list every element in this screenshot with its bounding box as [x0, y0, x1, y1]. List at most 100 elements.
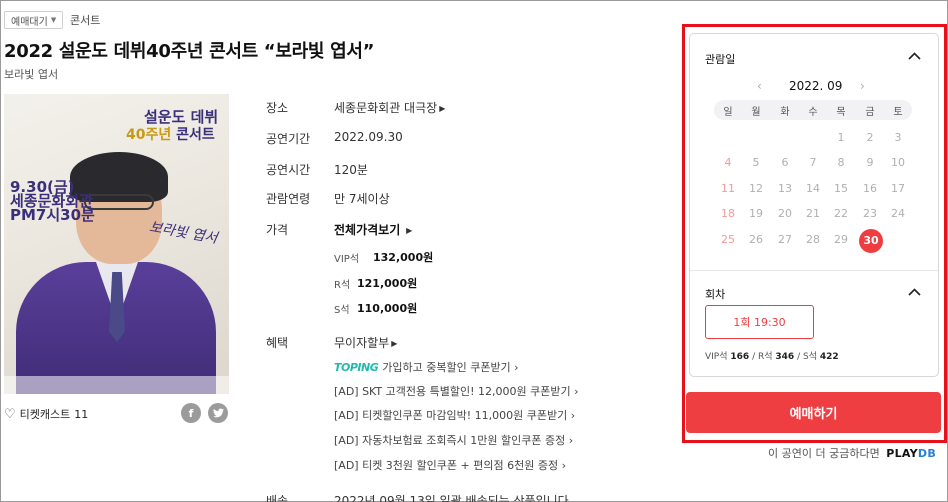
- venue-link[interactable]: 세종문화회관 대극장 ▶: [334, 99, 445, 116]
- playdb-text: 이 공연이 더 궁금하다면: [768, 447, 880, 460]
- toping-logo: TOPING: [334, 361, 379, 374]
- benefit-label: 혜택: [266, 336, 289, 350]
- calendar-day: 28: [806, 233, 820, 246]
- calendar-day: 23: [863, 207, 877, 220]
- seat-grade: VIP석: [705, 352, 728, 362]
- delivery-value: 2022년 09월 13일 일괄 배송되는 상품입니다: [334, 494, 569, 502]
- installment-value: 무이자할부: [334, 336, 390, 350]
- poster-credits: [4, 376, 229, 394]
- seat-availability: VIP석 166 / R석 346 / S석 422: [705, 352, 839, 362]
- price-amount-s: 110,000원: [357, 302, 418, 315]
- calendar-day: 19: [749, 207, 763, 220]
- calendar-day: 11: [721, 182, 735, 195]
- calendar-day: 10: [891, 156, 905, 169]
- chevron-right-icon[interactable]: ›: [860, 79, 865, 93]
- playdb-logo: PLAYDB: [886, 447, 937, 460]
- price-all-link[interactable]: 전체가격보기 ▶: [334, 221, 412, 238]
- weekday-label: 금: [865, 107, 875, 118]
- price-all-label: 전체가격보기: [334, 223, 401, 237]
- seat-grade: R석: [757, 352, 773, 362]
- round-option-button[interactable]: 1회 19:30: [705, 305, 814, 339]
- chevron-up-icon[interactable]: [908, 52, 921, 60]
- calendar-day: 8: [837, 156, 845, 169]
- calendar-day: 15: [834, 182, 848, 195]
- ad-coupon-link[interactable]: [AD] 티켓할인쿠폰 마감임박! 11,000원 쿠폰받기 ›: [334, 407, 575, 423]
- date-section-title: 관람일: [705, 53, 736, 66]
- poster-signature: 보라빛 엽서: [147, 219, 219, 247]
- benefit-text: [AD] 티켓할인쿠폰 마감임박! 11,000원 쿠폰받기: [334, 409, 568, 422]
- poster-time: PM7시30분: [10, 206, 95, 224]
- poster-title-line2: 40주년 콘서트: [126, 124, 215, 144]
- ad-coupon-link[interactable]: [AD] 자동차보험료 조회즉시 1만원 할인쿠폰 증정 ›: [334, 432, 573, 448]
- benefit-text: 가입하고 중복할인 쿠폰받기: [382, 361, 511, 374]
- twitter-share-icon[interactable]: [208, 403, 228, 423]
- price-grade-r: R석: [334, 280, 351, 291]
- calendar-day: 17: [891, 182, 905, 195]
- book-button[interactable]: 예매하기: [686, 392, 941, 433]
- calendar-day-selected[interactable]: 30: [857, 231, 885, 251]
- runtime-label: 공연시간: [266, 163, 311, 177]
- chevron-down-icon: ▼: [50, 16, 57, 24]
- calendar-day: 18: [721, 207, 735, 220]
- breadcrumb-genre[interactable]: 콘서트: [70, 12, 100, 28]
- round-section-title: 회차: [705, 288, 726, 301]
- benefit-text: [AD] 티켓 3천원 할인쿠폰 + 편의점 6천원 증정: [334, 459, 559, 472]
- page-subtitle: 보라빛 엽서: [4, 68, 59, 81]
- playdb-link[interactable]: 이 공연이 더 궁금하다면 PLAYDB: [768, 445, 936, 461]
- calendar-day: 5: [752, 156, 760, 169]
- chevron-up-icon[interactable]: [908, 288, 921, 296]
- weekday-label: 월: [751, 107, 761, 118]
- runtime-value: 120분: [334, 163, 368, 177]
- section-divider: [690, 270, 938, 271]
- price-label: 가격: [266, 223, 289, 237]
- seat-count: 422: [819, 352, 839, 362]
- toping-coupon-link[interactable]: TOPING 가입하고 중복할인 쿠폰받기 ›: [334, 359, 519, 375]
- calendar-day: 12: [749, 182, 763, 195]
- calendar-day: 4: [724, 156, 732, 169]
- weekday-label: 토: [893, 107, 903, 118]
- period-value: 2022.09.30: [334, 130, 403, 144]
- calendar-day: 20: [778, 207, 792, 220]
- like-count: 11: [74, 407, 89, 421]
- price-amount-vip: 132,000원: [373, 251, 434, 264]
- calendar-day: 14: [806, 182, 820, 195]
- calendar-day: 13: [778, 182, 792, 195]
- triangle-right-icon: ▶: [391, 339, 398, 348]
- ad-coupon-link[interactable]: [AD] 티켓 3천원 할인쿠폰 + 편의점 6천원 증정 ›: [334, 457, 566, 473]
- venue-value: 세종문화회관 대극장: [334, 101, 438, 115]
- seat-count: 346: [775, 352, 795, 362]
- venue-label: 장소: [266, 101, 289, 115]
- calendar-day: 27: [778, 233, 792, 246]
- calendar-day: 16: [863, 182, 877, 195]
- triangle-right-icon: ▶: [439, 104, 446, 113]
- poster-title-rest: 콘서트: [176, 127, 215, 143]
- facebook-share-icon[interactable]: f: [181, 403, 201, 423]
- genre-dropdown-label: 예매대기: [11, 16, 48, 28]
- calendar-day: 7: [809, 156, 817, 169]
- seat-count: 166: [730, 352, 750, 362]
- price-amount-r: 121,000원: [357, 277, 418, 290]
- heart-icon: ♡: [4, 406, 16, 422]
- calendar-day: 26: [749, 233, 763, 246]
- benefit-text: [AD] SKT 고객전용 특별할인! 12,000원 쿠폰받기: [334, 385, 571, 398]
- calendar-day: 24: [891, 207, 905, 220]
- calendar-day: 6: [781, 156, 789, 169]
- genre-dropdown[interactable]: 예매대기 ▼: [4, 11, 64, 29]
- poster-image: 설운도 데뷔 40주년 콘서트 9.30(금) 세종문화회관 PM7시30분 보…: [4, 94, 229, 394]
- calendar-day: 3: [894, 131, 902, 144]
- calendar-day: 29: [834, 233, 848, 246]
- ad-coupon-link[interactable]: [AD] SKT 고객전용 특별할인! 12,000원 쿠폰받기 ›: [334, 383, 579, 399]
- delivery-label: 배송: [266, 494, 289, 502]
- chevron-left-icon[interactable]: ‹: [757, 79, 762, 93]
- triangle-right-icon: ▶: [406, 226, 413, 235]
- weekday-label: 화: [780, 107, 790, 118]
- calendar-day: 2: [866, 131, 874, 144]
- poster-date-block: 9.30(금) 세종문화회관 PM7시30분: [10, 180, 95, 224]
- calendar-day: 25: [721, 233, 735, 246]
- like-button[interactable]: ♡ 티켓캐스트 11: [4, 406, 88, 422]
- installment-link[interactable]: 무이자할부 ▶: [334, 334, 397, 351]
- calendar-day: 21: [806, 207, 820, 220]
- calendar-month: 2022. 09: [789, 79, 843, 93]
- age-label: 관람연령: [266, 192, 311, 206]
- poster-title-accent: 40주년: [126, 127, 172, 143]
